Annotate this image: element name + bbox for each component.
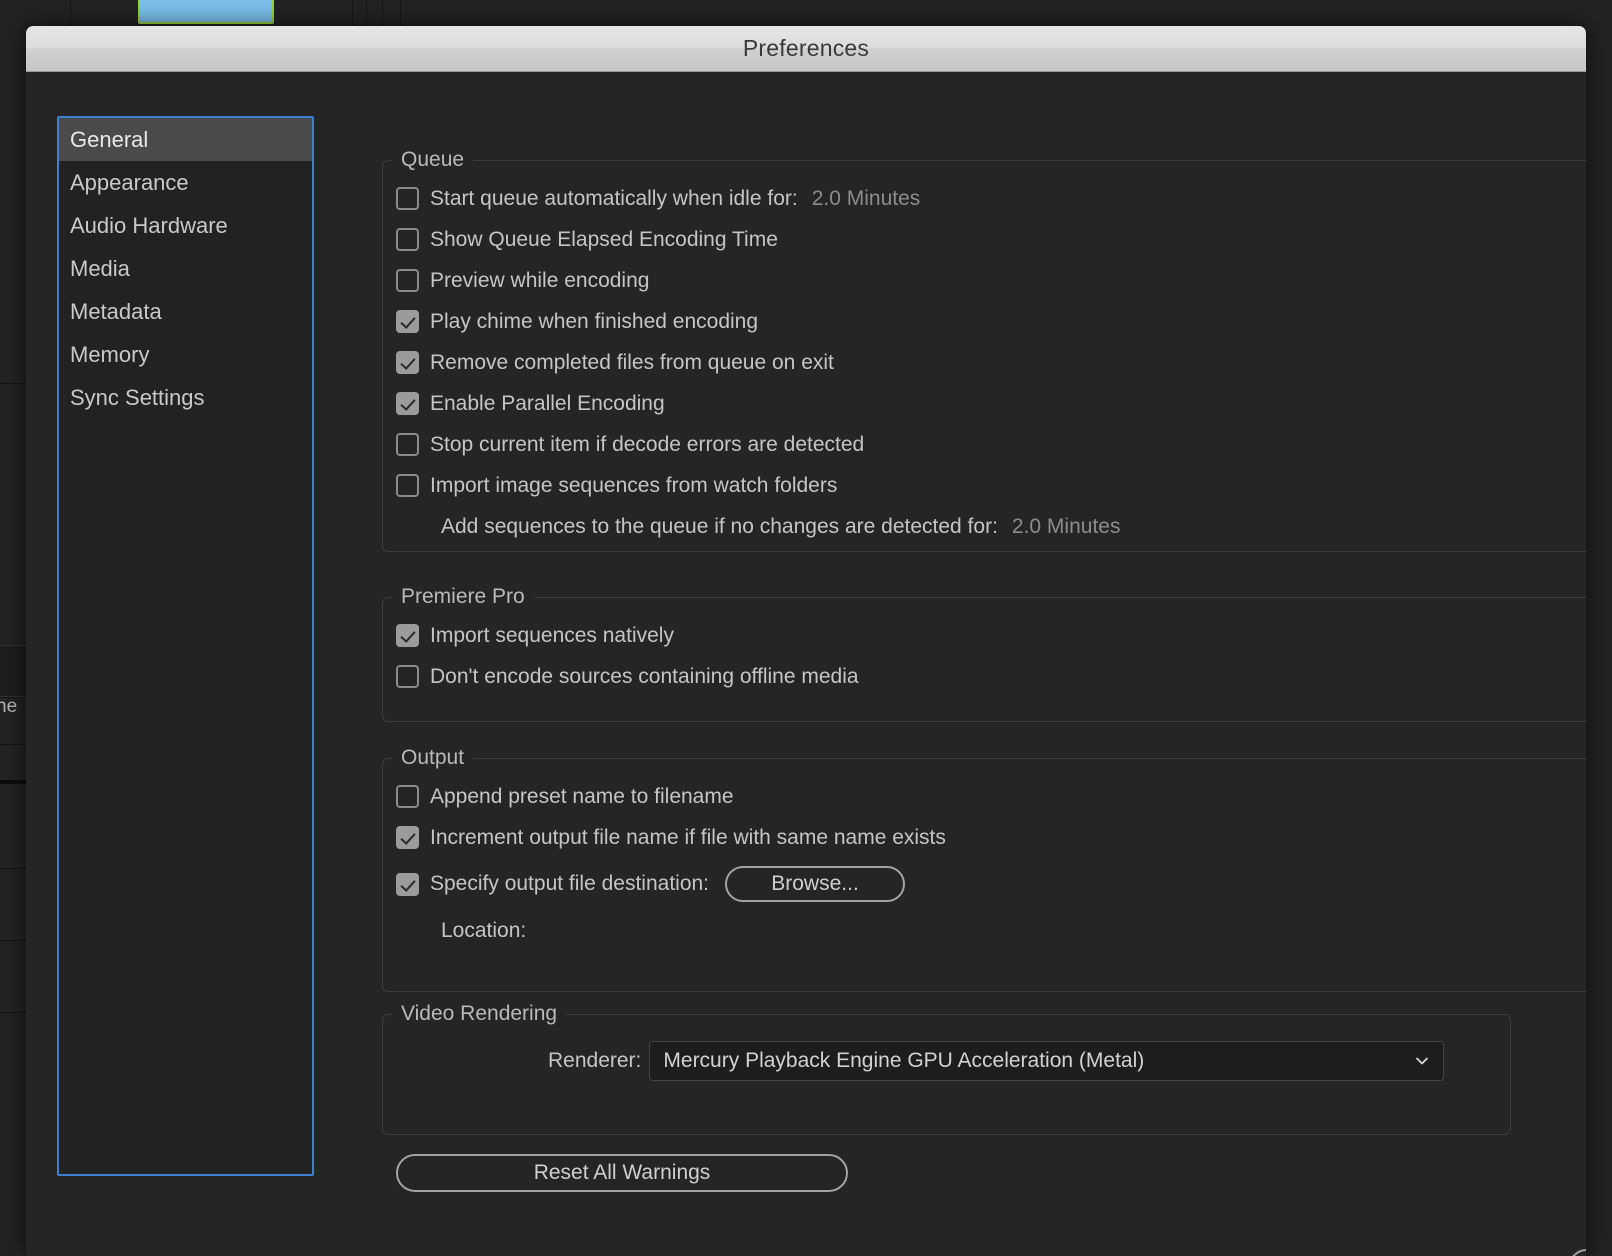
sidebar-item-audio-hardware[interactable]: Audio Hardware	[59, 204, 312, 247]
checkbox-label: Specify output file destination:	[430, 872, 710, 895]
bg-column-divider	[382, 0, 383, 26]
sidebar-item-sync-settings[interactable]: Sync Settings	[59, 376, 312, 419]
checkbox-row-stop-current-item-on-decode-errors[interactable]: Stop current item if decode errors are d…	[383, 424, 1586, 465]
add-sequences-delay-row: Add sequences to the queue if no changes…	[383, 506, 1586, 547]
dialog-titlebar: Preferences	[26, 26, 1586, 72]
checkbox-row-append-preset-name[interactable]: Append preset name to filename	[383, 776, 1586, 817]
sidebar-item-label: General	[70, 126, 149, 152]
checkbox-row-dont-encode-offline-media[interactable]: Don't encode sources containing offline …	[383, 656, 1586, 697]
renderer-dropdown[interactable]: Mercury Playback Engine GPU Acceleration…	[649, 1041, 1445, 1081]
checkbox-remove-completed-files-on-exit[interactable]	[396, 351, 419, 374]
checkbox-label: Append preset name to filename	[430, 784, 734, 808]
checkbox-increment-output-file-name[interactable]	[396, 826, 419, 849]
checkbox-row-preview-while-encoding[interactable]: Preview while encoding	[383, 260, 1586, 301]
sidebar-item-general[interactable]: General	[59, 118, 312, 161]
sidebar-item-label: Metadata	[70, 298, 162, 324]
checkbox-row-remove-completed-files-on-exit[interactable]: Remove completed files from queue on exi…	[383, 342, 1586, 383]
sidebar-item-memory[interactable]: Memory	[59, 333, 312, 376]
checkbox-label: Import sequences natively	[430, 623, 674, 647]
bg-row-divider	[0, 1012, 26, 1013]
sidebar-item-label: Memory	[70, 341, 150, 367]
checkbox-label: Play chime when finished encoding	[430, 309, 759, 333]
checkbox-play-chime-when-finished-encoding[interactable]	[396, 310, 419, 333]
checkbox-label: Start queue automatically when idle for:	[430, 186, 798, 210]
checkbox-import-sequences-natively[interactable]	[396, 624, 419, 647]
sidebar-item-label: Media	[70, 255, 130, 281]
checkbox-show-queue-elapsed-encoding-time[interactable]	[396, 228, 419, 251]
sidebar-item-label: Appearance	[70, 169, 189, 195]
preferences-content-pane: Queue Start queue automatically when idl…	[356, 72, 1586, 1256]
bg-column-divider	[400, 0, 401, 26]
reset-all-warnings-button[interactable]: Reset All Warnings	[396, 1154, 848, 1192]
queue-group-legend: Queue	[401, 148, 465, 171]
dialog-title: Preferences	[742, 35, 870, 61]
premiere-pro-group-legend: Premiere Pro	[401, 585, 525, 608]
cancel-button[interactable]: Cancel	[1568, 1249, 1586, 1256]
checkbox-preview-while-encoding[interactable]	[396, 269, 419, 292]
bg-truncated-label: ne	[0, 696, 18, 717]
checkbox-row-import-sequences-natively[interactable]: Import sequences natively	[383, 615, 1586, 656]
bg-section-divider	[0, 780, 26, 784]
checkbox-dont-encode-offline-media[interactable]	[396, 665, 419, 688]
checkbox-row-play-chime-when-finished-encoding[interactable]: Play chime when finished encoding	[383, 301, 1586, 342]
sidebar-item-media[interactable]: Media	[59, 247, 312, 290]
bg-row-divider	[0, 940, 26, 941]
checkbox-row-show-queue-elapsed-encoding-time[interactable]: Show Queue Elapsed Encoding Time	[383, 219, 1586, 260]
add-sequences-delay-value[interactable]: 2.0 Minutes	[1012, 515, 1121, 539]
checkbox-append-preset-name-to-filename[interactable]	[396, 785, 419, 808]
checkbox-label: Enable Parallel Encoding	[430, 391, 665, 415]
add-sequences-delay-label: Add sequences to the queue if no changes…	[441, 514, 998, 538]
preferences-dialog: Preferences General Appearance Audio Har…	[26, 26, 1586, 1256]
checkbox-label: Don't encode sources containing offline …	[430, 664, 859, 688]
output-location-label: Location:	[441, 918, 527, 942]
premiere-pro-group: Premiere Pro Import sequences natively D…	[382, 585, 1586, 722]
checkbox-label: Remove completed files from queue on exi…	[430, 350, 834, 374]
checkbox-row-specify-output-file-destination[interactable]: Specify output file destination: Browse.…	[383, 858, 1586, 910]
bg-list-row	[0, 645, 26, 697]
checkbox-stop-current-item-on-decode-errors[interactable]	[396, 433, 419, 456]
sidebar-item-metadata[interactable]: Metadata	[59, 290, 312, 333]
video-rendering-group-legend: Video Rendering	[401, 1002, 558, 1025]
bg-column-divider	[352, 0, 353, 26]
video-rendering-group: Video Rendering Renderer: Mercury Playba…	[382, 1002, 1511, 1135]
idle-duration-value[interactable]: 2.0 Minutes	[812, 187, 921, 211]
chevron-down-icon	[1415, 1054, 1429, 1068]
checkbox-specify-output-file-destination[interactable]	[396, 872, 419, 896]
preferences-category-list[interactable]: General Appearance Audio Hardware Media …	[57, 116, 314, 1176]
checkbox-enable-parallel-encoding[interactable]	[396, 392, 419, 415]
checkbox-import-image-sequences-from-watch-folders[interactable]	[396, 474, 419, 497]
folder-icon	[138, 0, 274, 24]
bg-row-divider	[0, 383, 26, 384]
checkbox-label: Preview while encoding	[430, 268, 650, 292]
checkbox-row-increment-output-file-name[interactable]: Increment output file name if file with …	[383, 817, 1586, 858]
bg-row-divider	[0, 868, 26, 869]
renderer-label: Renderer:	[548, 1049, 642, 1072]
checkbox-label: Show Queue Elapsed Encoding Time	[430, 227, 778, 251]
sidebar-item-label: Sync Settings	[70, 384, 205, 410]
checkbox-start-queue-automatically[interactable]	[396, 187, 419, 210]
checkbox-row-start-queue-automatically[interactable]: Start queue automatically when idle for:…	[383, 178, 1586, 219]
checkbox-row-enable-parallel-encoding[interactable]: Enable Parallel Encoding	[383, 383, 1586, 424]
queue-group: Queue Start queue automatically when idl…	[382, 148, 1586, 552]
browse-button[interactable]: Browse...	[725, 866, 906, 902]
checkbox-label: Import image sequences from watch folder…	[430, 473, 838, 497]
renderer-row: Renderer: Mercury Playback Engine GPU Ac…	[383, 1032, 1510, 1090]
output-group: Output Append preset name to filename In…	[382, 746, 1586, 992]
sidebar-item-appearance[interactable]: Appearance	[59, 161, 312, 204]
sidebar-item-label: Audio Hardware	[70, 212, 228, 238]
checkbox-label: Stop current item if decode errors are d…	[430, 432, 865, 456]
renderer-selected-value: Mercury Playback Engine GPU Acceleration…	[663, 1049, 1145, 1072]
bg-row-divider	[0, 744, 26, 745]
dialog-body: General Appearance Audio Hardware Media …	[26, 72, 1586, 1256]
bg-column-divider	[366, 0, 367, 26]
bg-column-divider	[70, 0, 71, 26]
output-location-row: Location:	[383, 910, 1586, 951]
output-group-legend: Output	[401, 746, 465, 769]
checkbox-label: Increment output file name if file with …	[430, 825, 946, 849]
checkbox-row-import-image-sequences-from-watch-folders[interactable]: Import image sequences from watch folder…	[383, 465, 1586, 506]
